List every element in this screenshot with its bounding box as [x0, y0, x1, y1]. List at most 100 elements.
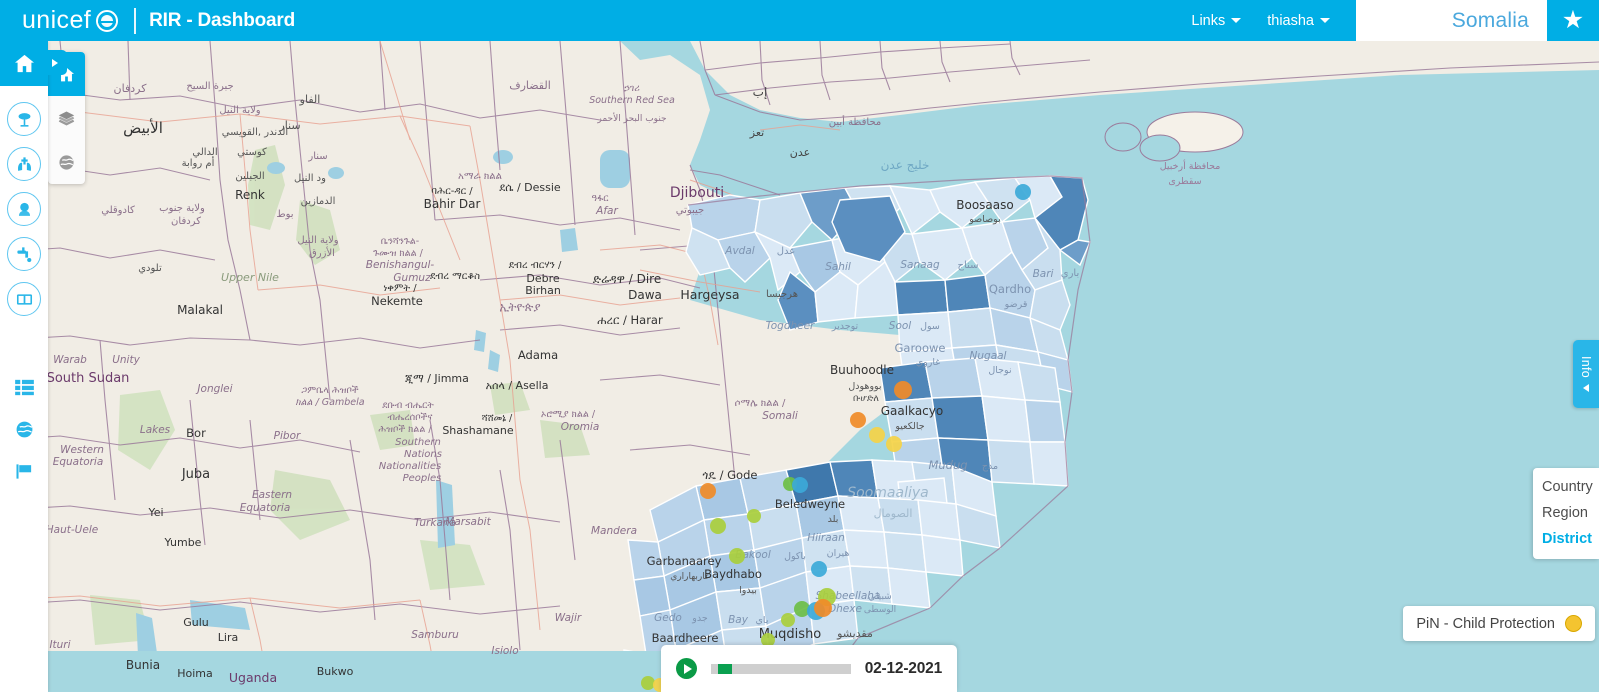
timeline-slider-handle[interactable] [717, 663, 732, 674]
map-label: هيران [827, 548, 850, 559]
map-label: Qardho [989, 282, 1031, 296]
map-label: Upper Nile [221, 271, 279, 284]
map-label: ولاية النيل [219, 105, 260, 116]
map-label: جالكعيو [894, 421, 924, 432]
map-label: غاروي [916, 357, 941, 368]
sidebar-item-nutrition[interactable] [7, 102, 41, 136]
map-label: Hargeysa [680, 287, 739, 302]
admin-level-country[interactable]: Country [1533, 474, 1599, 500]
map-label: Lakes [140, 424, 171, 436]
map-label: Bukwo [317, 665, 354, 678]
map-data-marker[interactable] [1015, 184, 1031, 200]
chevron-right-icon [51, 58, 58, 67]
map-data-marker[interactable] [747, 509, 761, 523]
map-canvas[interactable]: كردفان جبرة السيح القضارف الفاو إب ولاية الني… [0, 41, 1599, 692]
health-hands-icon [17, 156, 31, 171]
map-data-marker[interactable] [814, 599, 832, 617]
links-menu[interactable]: Links [1191, 13, 1242, 29]
map-legend: PiN - Child Protection [1403, 606, 1595, 641]
sidebar-item-education[interactable] [7, 282, 41, 316]
map-label: جنوب البحر الأحمر [596, 112, 666, 124]
map-label: Unity [112, 354, 140, 366]
map-label: Sahil [825, 261, 851, 273]
brand-block[interactable]: unicef RIR - Dashboard [22, 7, 295, 34]
map-data-marker[interactable] [641, 676, 655, 690]
map-svg[interactable]: كردفان جبرة السيح القضارف الفاو إب ولاية الني… [0, 41, 1599, 692]
chevron-left-icon [1583, 383, 1589, 392]
map-label: ኃገሪ [624, 83, 640, 94]
favorite-button[interactable]: ★ [1547, 0, 1599, 41]
map-control-basemap[interactable] [48, 140, 85, 184]
sidebar-item-health[interactable] [7, 147, 41, 181]
play-button[interactable] [676, 658, 697, 679]
map-label: الدندر ,القويسي [222, 127, 288, 138]
book-icon [16, 293, 32, 305]
map-label: ነቀምት / [383, 283, 417, 294]
map-label: ጉሙዝ ክልል / [373, 248, 423, 259]
map-data-marker[interactable] [886, 436, 902, 452]
map-label: القضارف [509, 79, 551, 92]
globe-icon [16, 421, 32, 437]
map-label: Bahir Dar [424, 197, 481, 211]
sidebar-item-country-flag[interactable] [7, 456, 41, 486]
map-label: بووهودل [848, 381, 881, 392]
sidebar-item-data-table[interactable] [7, 372, 41, 402]
map-label: Warab [53, 354, 87, 366]
map-label: سناج [958, 260, 979, 271]
map-label: Nekemte [371, 294, 423, 308]
map-label: Bay [728, 614, 749, 626]
map-label: Bunia [126, 658, 160, 672]
info-panel-toggle[interactable]: Info [1573, 340, 1599, 408]
sidebar-item-child-protection[interactable] [7, 192, 41, 226]
map-label: باي [756, 615, 769, 626]
map-data-marker[interactable] [729, 548, 745, 564]
map-label: Equatoria [240, 502, 291, 514]
map-label: إب [753, 85, 768, 99]
map-label: بوصاصو [968, 214, 1001, 225]
map-data-marker[interactable] [869, 427, 885, 443]
map-label: Garbanaarey [647, 554, 722, 568]
admin-level-region[interactable]: Region [1533, 500, 1599, 526]
sidebar-item-wash[interactable] [7, 237, 41, 271]
map-label: جيبوتي [676, 205, 705, 216]
map-control-layers[interactable] [48, 96, 85, 140]
map-data-marker[interactable] [700, 483, 716, 499]
admin-level-district[interactable]: District [1533, 526, 1599, 552]
map-label: ደሴ / Dessie [499, 181, 561, 194]
map-label: Baardheere [652, 631, 719, 645]
sidebar-item-home[interactable] [0, 41, 48, 86]
map-label: أم روابة [182, 156, 215, 169]
sidebar-item-global-view[interactable] [7, 414, 41, 444]
map-data-marker[interactable] [710, 518, 726, 534]
water-tap-icon [16, 246, 31, 262]
user-menu[interactable]: thiasha [1267, 13, 1330, 29]
map-label: Dhexe [828, 603, 862, 615]
map-label: Bor [186, 426, 206, 440]
info-tab-label: Info [1579, 356, 1593, 379]
sidebar-expand-button[interactable] [42, 50, 67, 75]
map-label: ደብረ ማርቆስ [430, 271, 480, 282]
map-data-marker[interactable] [894, 381, 912, 399]
map-label: ባሕር-ዳር / [431, 186, 473, 197]
timeline-slider[interactable] [711, 663, 851, 674]
map-label: ሐረር / Harar [597, 313, 663, 327]
globe-icon [59, 154, 74, 170]
map-data-marker[interactable] [781, 613, 795, 627]
map-label: تلودي [138, 263, 162, 274]
map-data-marker[interactable] [811, 561, 827, 577]
map-data-marker[interactable] [850, 412, 866, 428]
map-data-marker[interactable] [792, 477, 808, 493]
timeline-date: 02-12-2021 [864, 659, 942, 677]
map-label: ولاية جنوب [159, 203, 205, 214]
map-label: ኦሮሚያ ክልል / [541, 409, 596, 420]
map-label: عدل [777, 246, 795, 257]
map-label: الأبيض [123, 118, 163, 137]
child-protection-icon [18, 202, 30, 216]
timeline-player: 02-12-2021 [661, 645, 957, 692]
map-label: Benishangul- [366, 259, 435, 271]
map-label: Afar [595, 205, 618, 217]
map-label: Djibouti [670, 185, 724, 201]
map-label: ጎዴ / Gode [703, 468, 758, 482]
user-menu-label: thiasha [1267, 12, 1314, 29]
map-label: Soomaaliya [847, 485, 928, 501]
